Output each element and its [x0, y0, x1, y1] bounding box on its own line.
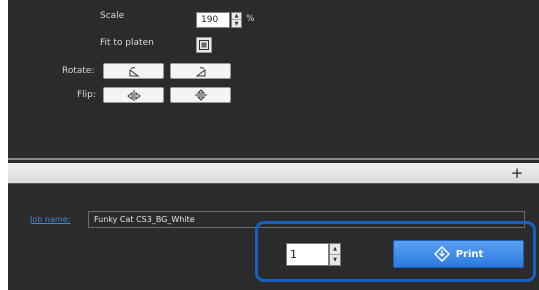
- spin-down-icon[interactable]: ▼: [232, 20, 241, 27]
- print-button-label: Print: [455, 248, 484, 260]
- rotate-label: Rotate:: [62, 66, 95, 76]
- print-dialog: Scale 190 ▲ ▼ % Fit to platen Rotate: Fl…: [0, 0, 539, 290]
- fit-to-platen-label: Fit to platen: [100, 38, 154, 48]
- job-name-label[interactable]: Job name:: [30, 215, 70, 224]
- fit-to-platen-icon: [199, 40, 209, 50]
- rotate-right-button[interactable]: [170, 63, 231, 79]
- print-button[interactable]: Print: [393, 240, 524, 268]
- flip-horizontal-button[interactable]: [103, 87, 164, 103]
- rotate-left-button[interactable]: [103, 63, 164, 79]
- layer-toolbar: [8, 163, 539, 183]
- flip-horizontal-icon: [126, 89, 141, 101]
- flip-vertical-icon: [194, 89, 207, 101]
- rotate-right-icon: [195, 66, 205, 76]
- scale-label: Scale: [100, 11, 125, 21]
- spin-down-icon[interactable]: ▼: [330, 255, 340, 266]
- spin-up-icon[interactable]: ▲: [330, 244, 340, 255]
- scale-unit: %: [246, 14, 255, 24]
- scale-spinner[interactable]: ▲ ▼: [231, 12, 242, 28]
- flip-vertical-button[interactable]: [170, 87, 231, 103]
- toolbar-divider: [8, 183, 539, 184]
- copies-spinner[interactable]: ▲ ▼: [329, 243, 341, 266]
- rotate-left-icon: [129, 66, 139, 76]
- panel-divider: [8, 158, 539, 160]
- scale-input[interactable]: 190: [196, 12, 230, 28]
- add-icon[interactable]: +: [506, 163, 528, 183]
- print-diamond-icon: [433, 246, 450, 262]
- flip-label: Flip:: [77, 90, 96, 100]
- copies-input[interactable]: 1: [286, 243, 329, 266]
- spin-up-icon[interactable]: ▲: [232, 13, 241, 20]
- fit-to-platen-button[interactable]: [196, 37, 212, 53]
